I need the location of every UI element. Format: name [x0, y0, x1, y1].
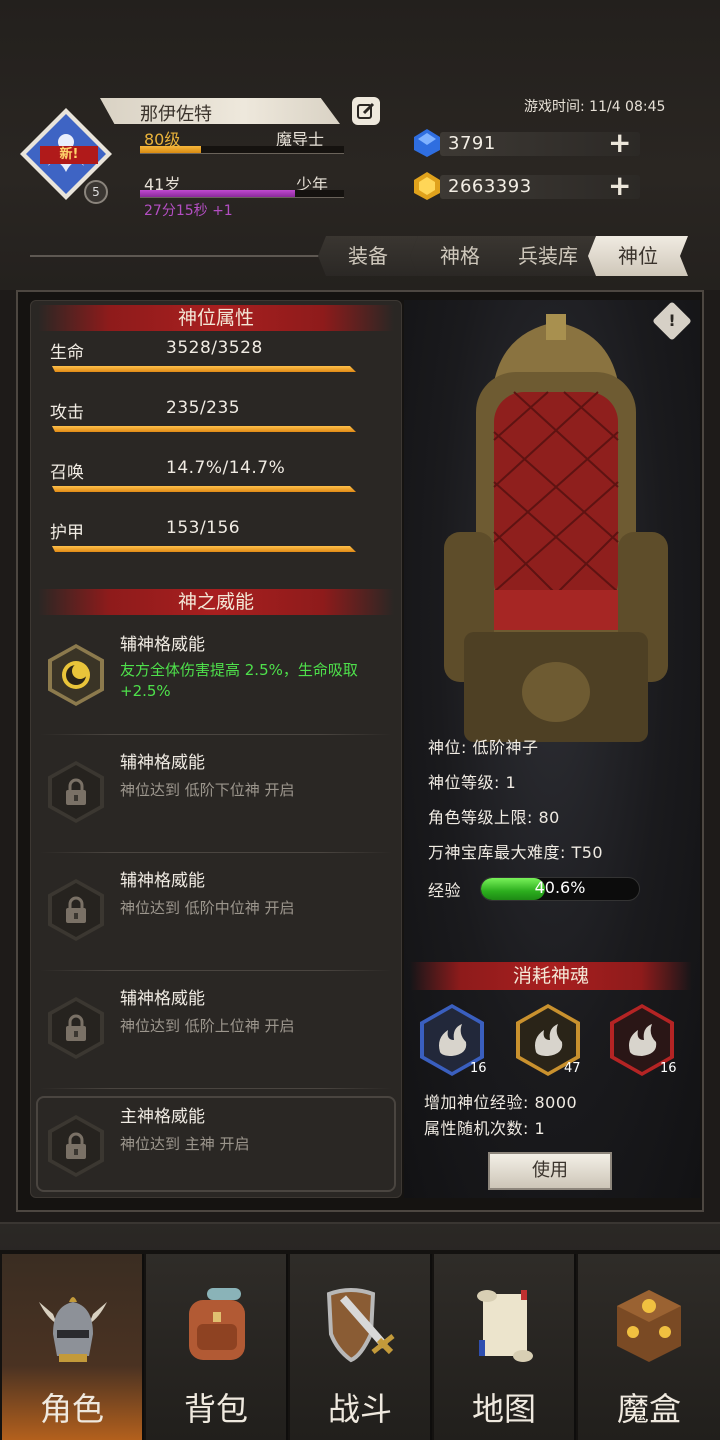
edit-name-button[interactable]	[352, 97, 380, 125]
edit-icon	[357, 102, 375, 119]
gold-coin-icon	[414, 172, 440, 200]
tab-divine-rank[interactable]: 神位	[588, 236, 688, 276]
level-progress-bar	[140, 146, 344, 154]
divider	[40, 1088, 392, 1089]
attr-value-armor: 153/156	[166, 518, 241, 538]
player-name: 那伊佐特	[140, 104, 212, 125]
soul-flame-icon	[535, 1024, 563, 1056]
nav-label: 背包	[183, 1390, 248, 1428]
nav-label: 魔盒	[616, 1390, 681, 1428]
tab-equipment[interactable]: 装备	[318, 236, 418, 276]
lock-icon	[66, 896, 86, 923]
power-title-2: 辅神格威能	[120, 753, 205, 773]
divider	[40, 852, 392, 853]
nav-map[interactable]: 地图	[434, 1254, 576, 1440]
attr-label-hp: 生命	[50, 343, 84, 363]
tab-armory[interactable]: 兵装库	[498, 236, 598, 276]
powers-title: 神之威能	[38, 589, 394, 615]
soul-count-gold: 47	[564, 1061, 581, 1076]
lock-icon	[66, 1014, 86, 1041]
power-title-4: 辅神格威能	[120, 989, 205, 1009]
divider	[40, 734, 392, 735]
sword-shield-icon	[326, 1288, 395, 1363]
attr-bar-summon	[52, 486, 356, 492]
exp-label: 经验	[428, 881, 462, 900]
lock-icon	[66, 778, 86, 805]
soul-flame-icon	[629, 1024, 657, 1056]
attr-label-attack: 攻击	[50, 403, 84, 423]
attributes-title: 神位属性	[38, 305, 394, 331]
scroll-map-icon	[477, 1290, 533, 1362]
divine-rank: 神位: 低阶神子	[428, 738, 539, 757]
moon-icon	[62, 661, 90, 689]
attr-label-summon: 召唤	[50, 463, 84, 483]
power-desc-5: 神位达到 主神 开启	[120, 1135, 250, 1153]
age-progress-bar	[140, 190, 344, 198]
power-desc-1: 友方全体伤害提高 2.5%，生命吸取+2.5%	[120, 661, 358, 700]
reroll-count: 属性随机次数: 1	[424, 1119, 546, 1138]
tab-godhood[interactable]: 神格	[410, 236, 510, 276]
power-desc-4: 神位达到 低阶上位神 开启	[120, 1017, 295, 1035]
helmet-icon	[39, 1297, 107, 1362]
nav-label: 角色	[39, 1390, 104, 1428]
nav-label: 战斗	[327, 1390, 392, 1428]
soul-flame-icon	[439, 1024, 467, 1056]
lock-icon	[66, 1132, 86, 1159]
new-badge: 新!	[40, 146, 98, 164]
exp-percent: 40.6%	[534, 878, 586, 897]
use-button[interactable]: 使用	[488, 1152, 612, 1190]
nav-backpack[interactable]: 背包	[146, 1254, 288, 1440]
attr-bar-hp	[52, 366, 356, 372]
resource-gems: 3791 +	[414, 128, 640, 157]
power-title-5: 主神格威能	[120, 1107, 205, 1127]
throne-image	[444, 314, 668, 742]
resource-gold: 2663393 +	[414, 171, 640, 200]
tab-divider	[30, 255, 330, 257]
level-cap: 角色等级上限: 80	[428, 808, 560, 827]
power-desc-2: 神位达到 低阶下位神 开启	[120, 781, 295, 799]
attr-value-attack: 235/235	[166, 398, 241, 418]
nav-label: 地图	[471, 1390, 536, 1428]
magic-box-icon	[617, 1290, 681, 1362]
game-time: 游戏时间: 11/4 08:45	[524, 99, 666, 115]
power-desc-3: 神位达到 低阶中位神 开启	[120, 899, 295, 917]
attr-label-armor: 护甲	[50, 523, 84, 543]
gold-value: 2663393	[448, 176, 532, 197]
left-panel	[30, 300, 402, 1198]
soul-count-red: 16	[660, 1061, 677, 1076]
attr-bar-armor	[52, 546, 356, 552]
blue-gem-icon	[414, 129, 440, 157]
divine-rank-level: 神位等级: 1	[428, 773, 517, 792]
level-progress-fill	[140, 146, 202, 153]
soul-count-blue: 16	[470, 1061, 487, 1076]
add-gold-button[interactable]: +	[608, 172, 631, 200]
power-title-1: 辅神格威能	[120, 635, 205, 655]
power-title-3: 辅神格威能	[120, 871, 205, 891]
exp-gain: 增加神位经验: 8000	[424, 1093, 578, 1112]
nav-battle[interactable]: 战斗	[290, 1254, 432, 1440]
attr-bar-attack	[52, 426, 356, 432]
age-timer: 27分15秒 +1	[144, 203, 233, 219]
avatar-level-badge: 5	[84, 180, 108, 204]
nav-magic-box[interactable]: 魔盒	[578, 1254, 720, 1440]
gem-value: 3791	[448, 133, 496, 154]
backpack-icon	[189, 1288, 245, 1360]
info-icon[interactable]: !	[658, 307, 686, 335]
add-gems-button[interactable]: +	[608, 129, 631, 157]
age-progress-fill	[140, 190, 296, 197]
name-plate	[100, 98, 340, 124]
divider	[40, 970, 392, 971]
attr-value-hp: 3528/3528	[166, 338, 263, 358]
vault-difficulty: 万神宝库最大难度: T50	[428, 843, 604, 862]
attr-value-summon: 14.7%/14.7%	[166, 458, 286, 478]
nav-character[interactable]: 角色	[2, 1254, 144, 1440]
consume-title: 消耗神魂	[410, 962, 692, 990]
